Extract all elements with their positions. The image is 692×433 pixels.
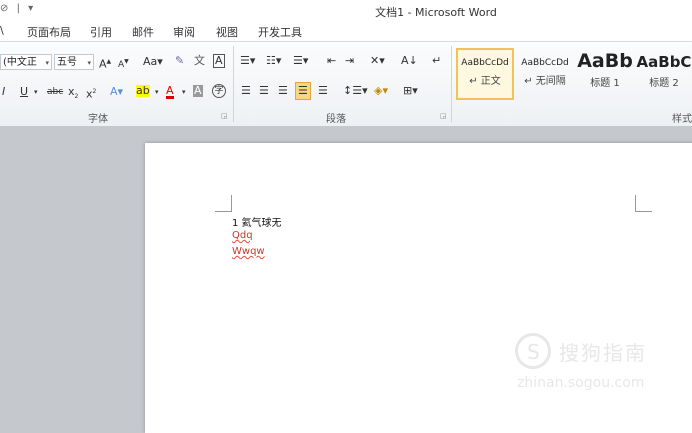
shrink-font-icon[interactable]: A▼ (118, 55, 129, 72)
chinese-layout-icon[interactable]: ✕▾ (370, 54, 385, 68)
font-name-value: (中文正 (3, 57, 37, 68)
style-sample: AaBb (577, 50, 633, 72)
change-case-icon[interactable]: Aa▾ (143, 55, 163, 69)
grow-font-icon[interactable]: A▲ (99, 55, 111, 72)
paragraph-dialog-launcher-icon[interactable]: ◲ (440, 112, 447, 120)
font-group-label: 字体 (88, 114, 108, 125)
font-dialog-launcher-icon[interactable]: ◲ (221, 112, 228, 120)
style-heading-2[interactable]: AaBbC 标题 2 (636, 48, 692, 100)
document-line[interactable]: Qdq (232, 230, 253, 241)
line-spacing-icon[interactable]: ↕☰▾ (343, 84, 368, 98)
ribbon-tabs: \ 页面布局 引用 邮件 审阅 视图 开发工具 (0, 20, 692, 41)
crop-mark-left (215, 195, 232, 212)
tab-view[interactable]: 视图 (216, 24, 238, 40)
divider (233, 46, 234, 122)
chevron-down-icon: ▾ (87, 59, 91, 67)
chevron-down-icon[interactable]: ▾ (34, 85, 38, 99)
align-left-icon[interactable]: ☰ (241, 84, 251, 98)
ribbon: (中文正 ▾ 五号 ▾ A▲ A▼ Aa▾ ✎ 文 A I U ▾ abc x2… (0, 41, 692, 127)
clear-format-icon[interactable]: ✎ (175, 54, 184, 68)
tab-page-layout[interactable]: 页面布局 (27, 24, 71, 40)
enclosed-char-icon[interactable]: 字 (212, 84, 226, 98)
align-center-icon[interactable]: ☰ (259, 84, 269, 98)
distributed-icon[interactable]: ☰ (318, 84, 328, 98)
shading-icon[interactable]: ◈▾ (374, 84, 388, 98)
style-sample: AaBbCcDd (521, 58, 569, 68)
strikethrough-icon[interactable]: abc (47, 85, 63, 99)
document-line[interactable]: Wwqw (232, 246, 265, 257)
style-name: ↵ 正文 (469, 76, 501, 87)
justify-icon[interactable]: ☰ (295, 82, 311, 100)
chevron-down-icon[interactable]: ▾ (155, 85, 159, 99)
style-sample: AaBbC (636, 53, 692, 71)
tab-mailings[interactable]: 邮件 (132, 24, 154, 40)
highlight-icon[interactable]: ab (136, 85, 150, 97)
watermark: S 搜狗指南 zhinan.sogou.com (515, 333, 675, 393)
watermark-title: 搜狗指南 (559, 341, 647, 365)
sort-icon[interactable]: A↓ (401, 54, 418, 68)
char-shading-icon[interactable]: A (193, 85, 203, 97)
underline-icon[interactable]: U (20, 85, 28, 99)
tab-review[interactable]: 审阅 (173, 24, 195, 40)
style-heading-1[interactable]: AaBb 标题 1 (576, 48, 634, 100)
paragraph-group-label: 段落 (326, 114, 346, 125)
subscript-icon[interactable]: x2 (68, 85, 78, 104)
bullets-icon[interactable]: ☰▾ (240, 54, 255, 68)
tab-references[interactable]: 引用 (90, 24, 112, 40)
text-effect-icon[interactable]: A▾ (110, 85, 123, 99)
numbering-icon[interactable]: ☷▾ (266, 54, 281, 68)
italic-icon[interactable]: I (2, 85, 5, 99)
styles-gallery: AaBbCcDd ↵ 正文 AaBbCcDd ↵ 无间隔 AaBb 标题 1 A… (456, 48, 692, 103)
style-name: 标题 2 (649, 78, 679, 89)
show-marks-icon[interactable]: ↵ (432, 54, 441, 68)
crop-mark-right (635, 195, 652, 212)
font-size-value: 五号 (57, 57, 77, 68)
style-sample: AaBbCcDd (461, 58, 509, 68)
style-normal[interactable]: AaBbCcDd ↵ 正文 (456, 48, 514, 100)
style-name: ↵ 无间隔 (524, 76, 566, 87)
font-color-icon[interactable]: A (166, 85, 174, 99)
font-size-combo[interactable]: 五号 ▾ (54, 54, 94, 70)
chevron-down-icon: ▾ (45, 59, 49, 67)
document-line[interactable]: 1 氦气球无 (232, 214, 282, 229)
watermark-logo-icon: S (515, 333, 551, 369)
chevron-down-icon[interactable]: ▾ (182, 85, 186, 99)
styles-group-label: 样式 (672, 114, 692, 125)
phonetic-guide-icon[interactable]: 文 (194, 54, 205, 68)
title-bar: ⊘ | ▾ 文档1 - Microsoft Word (0, 0, 692, 20)
decrease-indent-icon[interactable]: ⇤ (327, 54, 336, 68)
borders-icon[interactable]: ⊞▾ (403, 84, 418, 98)
char-border-icon[interactable]: A (213, 54, 225, 68)
tab-developer[interactable]: 开发工具 (258, 24, 302, 40)
tab-partial[interactable]: \ (0, 24, 4, 37)
watermark-url: zhinan.sogou.com (517, 375, 645, 391)
window-title: 文档1 - Microsoft Word (375, 6, 497, 19)
align-right-icon[interactable]: ☰ (278, 84, 288, 98)
divider (451, 46, 452, 122)
increase-indent-icon[interactable]: ⇥ (345, 54, 354, 68)
superscript-icon[interactable]: x2 (86, 85, 96, 102)
style-name: 标题 1 (590, 78, 620, 89)
multilevel-list-icon[interactable]: ☰▾ (293, 54, 308, 68)
font-name-combo[interactable]: (中文正 ▾ (0, 54, 52, 70)
style-no-spacing[interactable]: AaBbCcDd ↵ 无间隔 (516, 48, 574, 100)
